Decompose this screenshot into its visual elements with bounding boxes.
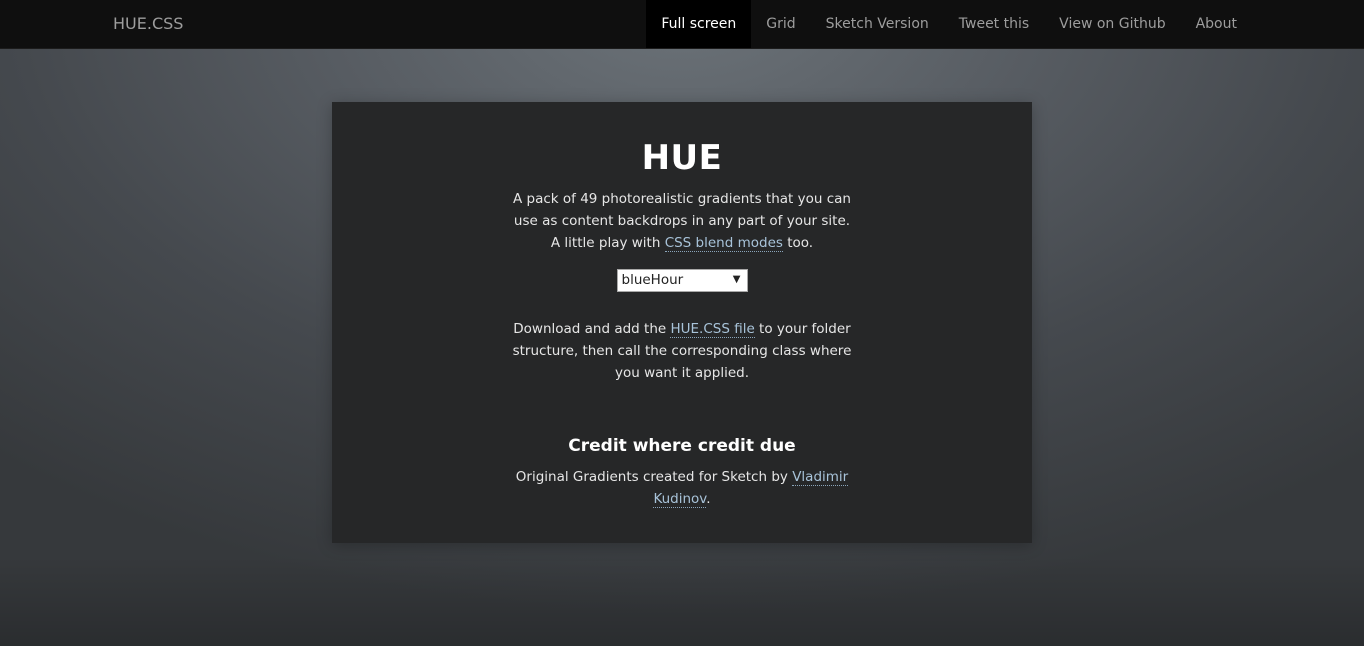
gradient-select-value: blueHour — [621, 272, 684, 288]
nav-item-tweet-this[interactable]: Tweet this — [944, 0, 1044, 48]
nav-item-view-on-github[interactable]: View on Github — [1044, 0, 1180, 48]
download-instructions: Download and add the HUE.CSS file to you… — [512, 318, 852, 384]
nav-item-sketch-version[interactable]: Sketch Version — [811, 0, 944, 48]
description-text: A pack of 49 photorealistic gradients th… — [512, 188, 852, 254]
css-blend-modes-link[interactable]: CSS blend modes — [664, 235, 783, 252]
credit-heading: Credit where credit due — [568, 436, 796, 456]
credit-text: Original Gradients created for Sketch by… — [512, 466, 852, 510]
page-title: HUE — [641, 138, 723, 178]
credit-prefix: Original Gradients created for Sketch by — [515, 469, 793, 485]
triangle-down-icon: ▼ — [732, 274, 741, 285]
content-column: HUE A pack of 49 photorealistic gradient… — [512, 102, 852, 510]
top-navbar: HUE.CSS Full screen Grid Sketch Version … — [0, 0, 1364, 49]
nav-item-about[interactable]: About — [1181, 0, 1252, 48]
description-suffix: too. — [782, 235, 814, 251]
gradient-select[interactable]: blueHour ▼ — [616, 269, 748, 292]
nav-item-full-screen[interactable]: Full screen — [646, 0, 752, 48]
credit-suffix: . — [706, 491, 711, 507]
nav-item-grid[interactable]: Grid — [751, 0, 810, 48]
hue-css-file-link[interactable]: HUE.CSS file — [670, 321, 755, 338]
download-prefix: Download and add the — [513, 321, 671, 337]
content-panel: HUE A pack of 49 photorealistic gradient… — [332, 102, 1032, 543]
nav-menu: Full screen Grid Sketch Version Tweet th… — [646, 0, 1252, 48]
brand-link[interactable]: HUE.CSS — [113, 0, 183, 48]
